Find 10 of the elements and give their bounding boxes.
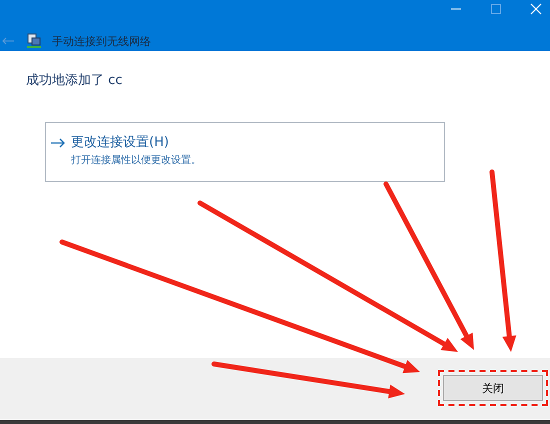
- arrow-icon: [51, 138, 65, 148]
- window-title: 手动连接到无线网络: [52, 34, 151, 48]
- close-icon[interactable]: [530, 3, 542, 15]
- success-heading: 成功地添加了 cc: [26, 72, 124, 89]
- network-icon: [26, 33, 42, 49]
- option-description: 打开连接属性以便更改设置。: [71, 154, 201, 167]
- maximize-icon: [490, 3, 502, 15]
- close-button[interactable]: 关闭: [443, 375, 543, 401]
- change-settings-link[interactable]: 更改连接设置(H) 打开连接属性以便更改设置。: [45, 122, 445, 182]
- option-title: 更改连接设置(H): [71, 134, 170, 151]
